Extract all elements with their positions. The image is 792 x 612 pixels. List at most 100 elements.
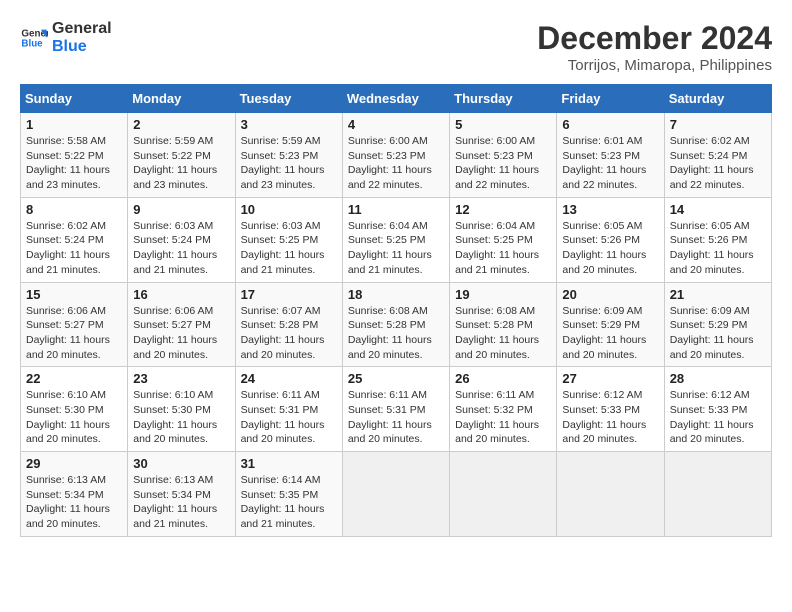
day-number: 29 [26,456,122,471]
logo: General Blue General Blue [20,20,112,55]
day-content: Sunrise: 6:10 AMSunset: 5:30 PMDaylight:… [133,388,229,447]
day-number: 7 [670,117,766,132]
day-content: Sunrise: 5:59 AMSunset: 5:23 PMDaylight:… [241,134,337,193]
day-of-week-wednesday: Wednesday [342,85,449,113]
day-number: 12 [455,202,551,217]
logo-line1: General [52,20,112,38]
calendar-week-row: 29 Sunrise: 6:13 AMSunset: 5:34 PMDayligh… [21,452,772,537]
day-number: 23 [133,371,229,386]
day-content: Sunrise: 6:03 AMSunset: 5:25 PMDaylight:… [241,219,337,278]
day-of-week-saturday: Saturday [664,85,771,113]
day-number: 5 [455,117,551,132]
calendar-cell: 21 Sunrise: 6:09 AMSunset: 5:29 PMDayligh… [664,282,771,367]
day-number: 9 [133,202,229,217]
calendar-cell: 8Sunrise: 6:02 AMSunset: 5:24 PMDaylight… [21,197,128,282]
day-content: Sunrise: 6:04 AMSunset: 5:25 PMDaylight:… [455,219,551,278]
day-content: Sunrise: 6:09 AMSunset: 5:29 PMDaylight:… [670,304,766,363]
title-block: December 2024 Torrijos, Mimaropa, Philip… [537,20,772,74]
calendar-cell: 26Sunrise: 6:11 AMSunset: 5:32 PMDayligh… [450,367,557,452]
calendar-cell: 13Sunrise: 6:05 AMSunset: 5:26 PMDayligh… [557,197,664,282]
calendar-cell: 3Sunrise: 5:59 AMSunset: 5:23 PMDaylight… [235,113,342,198]
day-of-week-monday: Monday [128,85,235,113]
day-content: Sunrise: 6:09 AMSunset: 5:29 PMDaylight:… [562,304,658,363]
day-number: 18 [348,287,444,302]
day-content: Sunrise: 6:00 AMSunset: 5:23 PMDaylight:… [348,134,444,193]
day-number: 31 [241,456,337,471]
day-content: Sunrise: 6:12 AMSunset: 5:33 PMDaylight:… [670,388,766,447]
day-number: 27 [562,371,658,386]
calendar-cell: 27Sunrise: 6:12 AMSunset: 5:33 PMDayligh… [557,367,664,452]
calendar-cell: 29 Sunrise: 6:13 AMSunset: 5:34 PMDayligh… [21,452,128,537]
calendar-cell: 5Sunrise: 6:00 AMSunset: 5:23 PMDaylight… [450,113,557,198]
day-content: Sunrise: 6:05 AMSunset: 5:26 PMDaylight:… [670,219,766,278]
calendar-cell: 28 Sunrise: 6:12 AMSunset: 5:33 PMDayligh… [664,367,771,452]
calendar-cell: 19 Sunrise: 6:08 AMSunset: 5:28 PMDayligh… [450,282,557,367]
day-of-week-thursday: Thursday [450,85,557,113]
calendar-header-row: SundayMondayTuesdayWednesdayThursdayFrid… [21,85,772,113]
day-content: Sunrise: 6:07 AMSunset: 5:28 PMDaylight:… [241,304,337,363]
day-number: 19 [455,287,551,302]
calendar-cell: 22Sunrise: 6:10 AMSunset: 5:30 PMDayligh… [21,367,128,452]
day-number: 6 [562,117,658,132]
day-content: Sunrise: 6:13 AMSunset: 5:34 PMDaylight:… [26,473,122,532]
calendar-cell: 9 Sunrise: 6:03 AMSunset: 5:24 PMDaylight… [128,197,235,282]
day-content: Sunrise: 6:04 AMSunset: 5:25 PMDaylight:… [348,219,444,278]
day-content: Sunrise: 6:11 AMSunset: 5:31 PMDaylight:… [348,388,444,447]
day-content: Sunrise: 6:08 AMSunset: 5:28 PMDaylight:… [348,304,444,363]
calendar-week-row: 8Sunrise: 6:02 AMSunset: 5:24 PMDaylight… [21,197,772,282]
calendar-cell: 6 Sunrise: 6:01 AMSunset: 5:23 PMDaylight… [557,113,664,198]
calendar-cell: 16Sunrise: 6:06 AMSunset: 5:27 PMDayligh… [128,282,235,367]
day-content: Sunrise: 6:01 AMSunset: 5:23 PMDaylight:… [562,134,658,193]
day-content: Sunrise: 6:03 AMSunset: 5:24 PMDaylight:… [133,219,229,278]
calendar-week-row: 22Sunrise: 6:10 AMSunset: 5:30 PMDayligh… [21,367,772,452]
calendar-subtitle: Torrijos, Mimaropa, Philippines [537,57,772,74]
day-number: 11 [348,202,444,217]
day-number: 13 [562,202,658,217]
calendar-cell: 24 Sunrise: 6:11 AMSunset: 5:31 PMDayligh… [235,367,342,452]
calendar-cell: 30Sunrise: 6:13 AMSunset: 5:34 PMDayligh… [128,452,235,537]
day-number: 10 [241,202,337,217]
day-content: Sunrise: 6:11 AMSunset: 5:31 PMDaylight:… [241,388,337,447]
logo-line2: Blue [52,38,112,56]
calendar-cell: 7 Sunrise: 6:02 AMSunset: 5:24 PMDaylight… [664,113,771,198]
day-number: 2 [133,117,229,132]
day-content: Sunrise: 5:59 AMSunset: 5:22 PMDaylight:… [133,134,229,193]
day-number: 21 [670,287,766,302]
day-number: 26 [455,371,551,386]
calendar-table: SundayMondayTuesdayWednesdayThursdayFrid… [20,84,772,537]
calendar-cell: 1Sunrise: 5:58 AMSunset: 5:22 PMDaylight… [21,113,128,198]
day-number: 28 [670,371,766,386]
day-number: 25 [348,371,444,386]
day-content: Sunrise: 6:08 AMSunset: 5:28 PMDaylight:… [455,304,551,363]
day-content: Sunrise: 6:02 AMSunset: 5:24 PMDaylight:… [670,134,766,193]
svg-text:Blue: Blue [21,38,43,49]
day-of-week-friday: Friday [557,85,664,113]
calendar-cell [557,452,664,537]
day-number: 1 [26,117,122,132]
calendar-cell: 12 Sunrise: 6:04 AMSunset: 5:25 PMDayligh… [450,197,557,282]
day-content: Sunrise: 6:13 AMSunset: 5:34 PMDaylight:… [133,473,229,532]
page-header: General Blue General Blue December 2024 … [20,20,772,74]
logo-icon: General Blue [20,24,48,52]
calendar-cell: 18 Sunrise: 6:08 AMSunset: 5:28 PMDayligh… [342,282,449,367]
calendar-cell: 17Sunrise: 6:07 AMSunset: 5:28 PMDayligh… [235,282,342,367]
calendar-cell: 23 Sunrise: 6:10 AMSunset: 5:30 PMDayligh… [128,367,235,452]
calendar-title: December 2024 [537,20,772,57]
calendar-cell [342,452,449,537]
day-of-week-sunday: Sunday [21,85,128,113]
calendar-cell: 11 Sunrise: 6:04 AMSunset: 5:25 PMDayligh… [342,197,449,282]
calendar-cell: 15 Sunrise: 6:06 AMSunset: 5:27 PMDayligh… [21,282,128,367]
calendar-cell [450,452,557,537]
calendar-cell: 31Sunrise: 6:14 AMSunset: 5:35 PMDayligh… [235,452,342,537]
calendar-cell: 25 Sunrise: 6:11 AMSunset: 5:31 PMDayligh… [342,367,449,452]
day-number: 8 [26,202,122,217]
calendar-cell: 20Sunrise: 6:09 AMSunset: 5:29 PMDayligh… [557,282,664,367]
day-number: 14 [670,202,766,217]
day-content: Sunrise: 6:06 AMSunset: 5:27 PMDaylight:… [133,304,229,363]
day-content: Sunrise: 6:10 AMSunset: 5:30 PMDaylight:… [26,388,122,447]
day-number: 24 [241,371,337,386]
calendar-cell: 14 Sunrise: 6:05 AMSunset: 5:26 PMDayligh… [664,197,771,282]
day-number: 4 [348,117,444,132]
day-content: Sunrise: 6:06 AMSunset: 5:27 PMDaylight:… [26,304,122,363]
day-number: 15 [26,287,122,302]
